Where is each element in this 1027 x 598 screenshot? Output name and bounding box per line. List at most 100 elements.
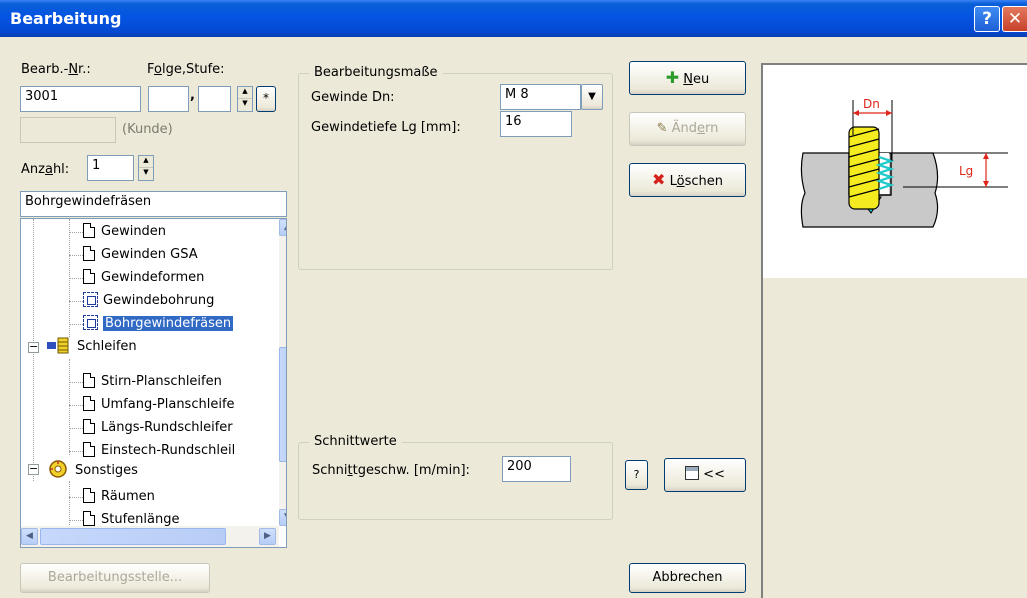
gewinde-select[interactable]: M 8 <box>500 84 581 110</box>
tree-connector <box>69 382 83 383</box>
add-step-button[interactable]: * <box>256 86 276 112</box>
scroll-left-icon[interactable]: ◀ <box>21 528 38 545</box>
tree-connector <box>69 255 83 256</box>
schnittgeschw-input[interactable]: 200 <box>502 456 571 482</box>
misc-gear-icon <box>49 460 67 478</box>
neu-button[interactable]: ✚ Neu <box>629 61 746 95</box>
document-icon <box>83 269 95 284</box>
scroll-right-icon[interactable]: ▶ <box>259 528 276 545</box>
tree-item-gewinden-gsa[interactable]: Gewinden GSA <box>83 244 198 267</box>
aendern-button[interactable]: ✎ Ändern <box>629 112 746 146</box>
bearb-nr-label: Bearb.-Nr.: <box>21 62 91 77</box>
tree-item-label: Gewinden <box>101 224 167 239</box>
document-icon <box>83 223 95 238</box>
tree-connector <box>69 428 83 429</box>
gewindetiefe-label: Gewindetiefe Lg [mm]: <box>311 120 461 135</box>
tree-connector <box>69 451 83 452</box>
operation-frame-icon <box>83 292 98 307</box>
calculator-button[interactable]: << <box>664 458 746 492</box>
grinding-tool-icon <box>47 337 69 354</box>
operations-tree[interactable]: Gewinden Gewinden GSA Gewindeformen Gewi… <box>20 218 287 548</box>
spin-down-icon[interactable]: ▼ <box>238 99 252 111</box>
folge-separator: , <box>190 88 195 103</box>
schnittwerte-legend: Schnittwerte <box>309 434 402 449</box>
document-icon <box>83 373 95 388</box>
dn-dimension-label: Dn <box>863 97 880 111</box>
kunde-input <box>20 117 116 143</box>
tree-item-gewinden[interactable]: Gewinden <box>83 221 166 244</box>
horizontal-scroll-thumb[interactable] <box>40 528 226 545</box>
delete-x-icon: ✖ <box>652 170 666 189</box>
tree-connector <box>69 301 83 302</box>
stufe-input[interactable] <box>198 86 231 112</box>
scroll-up-icon[interactable]: ▲ <box>279 219 286 236</box>
tree-connector <box>69 520 83 521</box>
bearbeitung-dialog: Bearbeitung ? ✕ Bearb.-Nr.: Folge,Stufe:… <box>0 0 1027 598</box>
tree-item-label-selected: Bohrgewindefräsen <box>101 315 235 332</box>
anzahl-spinner[interactable]: ▲ ▼ <box>138 155 154 181</box>
tree-item-gewindebohrung[interactable]: Gewindebohrung <box>83 290 214 313</box>
kunde-label: (Kunde) <box>122 122 173 137</box>
add-plus-icon: ✚ <box>665 68 680 87</box>
bearb-nr-input[interactable]: 3001 <box>20 86 141 112</box>
spin-up-icon[interactable]: ▲ <box>139 156 153 168</box>
help-button[interactable]: ? <box>974 6 1000 32</box>
tree-connector <box>69 405 83 406</box>
tree-item-label: Gewindeformen <box>101 270 205 285</box>
bearbeitungsmasse-legend: Bearbeitungsmaße <box>309 65 443 80</box>
schnittwerte-help-button[interactable]: ? <box>625 460 648 490</box>
spin-down-icon[interactable]: ▼ <box>139 168 153 180</box>
folge-stufe-label: Folge,Stufe: <box>147 62 225 77</box>
tree-item-laengs-rundschleifen[interactable]: Längs-Rundschleifer <box>83 417 233 440</box>
spin-up-icon[interactable]: ▲ <box>238 87 252 99</box>
loeschen-button[interactable]: ✖ Löschen <box>629 163 746 197</box>
tree-group-sonstiges[interactable]: Sonstiges <box>47 459 138 482</box>
bearbeitungsstelle-button[interactable]: Bearbeitungsstelle... <box>20 563 210 593</box>
chevron-down-icon[interactable]: ▼ <box>581 84 603 110</box>
title-bar[interactable]: Bearbeitung ? ✕ <box>0 0 1027 37</box>
tree-item-label: Gewinden GSA <box>101 247 198 262</box>
tree-group-schleifen[interactable]: Schleifen <box>47 336 137 359</box>
schnittgeschw-label: Schnittgeschw. [m/min]: <box>312 463 470 478</box>
preview-panel: Dn Lg <box>761 63 1027 598</box>
tree-item-label: Stirn-Planschleifen <box>101 374 222 389</box>
tree-item-raeumen[interactable]: Räumen <box>83 486 155 509</box>
folge-input[interactable] <box>148 86 189 112</box>
tree-connector <box>69 232 83 233</box>
tree-horizontal-scrollbar[interactable]: ◀ ▶ <box>21 526 279 547</box>
collapse-toggle-sonstiges[interactable]: − <box>28 463 39 475</box>
tree-item-gewindeformen[interactable]: Gewindeformen <box>83 267 204 290</box>
document-icon <box>83 246 95 261</box>
document-icon <box>83 488 95 503</box>
collapse-toggle-schleifen[interactable]: − <box>28 341 39 353</box>
edit-pencil-icon: ✎ <box>656 121 668 136</box>
tree-connector <box>69 278 83 279</box>
document-icon <box>83 396 95 411</box>
anzahl-input[interactable]: 1 <box>87 155 134 181</box>
vertical-scroll-thumb[interactable] <box>279 347 286 462</box>
tree-item-label: Längs-Rundschleifer <box>101 420 233 435</box>
scroll-down-icon[interactable]: ▼ <box>279 509 286 526</box>
tree-item-label: Schleifen <box>77 339 137 354</box>
calculator-icon <box>685 466 700 480</box>
tree-item-stirn-planschleifen[interactable]: Stirn-Planschleifen <box>83 371 222 394</box>
gewinde-label: Gewinde Dn: <box>311 90 395 105</box>
tree-connector <box>69 359 70 455</box>
tree-item-bohrgewindefraesen[interactable]: Bohrgewindefräsen <box>83 313 235 336</box>
lg-dimension-label: Lg <box>959 164 973 178</box>
tree-item-label: Räumen <box>101 489 155 504</box>
current-operation-field: Bohrgewindefräsen <box>20 191 287 217</box>
anzahl-label: Anzahl: <box>21 162 70 177</box>
tree-item-label: Umfang-Planschleife <box>101 397 235 412</box>
document-icon <box>83 442 95 457</box>
abbrechen-button[interactable]: Abbrechen <box>629 563 746 593</box>
tree-item-umfang-planschleife[interactable]: Umfang-Planschleife <box>83 394 235 417</box>
stufe-spinner[interactable]: ▲ ▼ <box>237 86 253 112</box>
tree-vertical-scrollbar[interactable]: ▲ ▼ <box>279 219 286 526</box>
document-icon <box>83 419 95 434</box>
gewindetiefe-input[interactable]: 16 <box>500 111 572 137</box>
tree-item-label: Sonstiges <box>75 463 138 478</box>
close-button[interactable]: ✕ <box>1002 6 1027 32</box>
operation-frame-icon <box>83 315 98 330</box>
thread-milling-diagram: Dn Lg <box>800 97 1008 228</box>
